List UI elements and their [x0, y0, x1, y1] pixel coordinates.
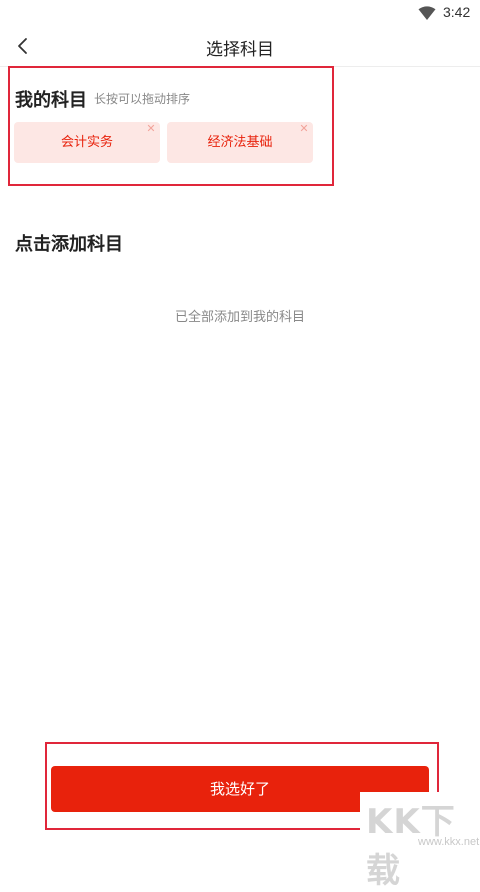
subject-chip-accounting[interactable]: 会计实务 ✕ — [14, 122, 160, 163]
status-time: 3:42 — [443, 4, 471, 20]
my-subjects-title: 我的科目 — [15, 90, 87, 111]
add-subjects-title: 点击添加科目 — [15, 234, 123, 255]
page-title: 选择科目 — [206, 40, 274, 60]
subject-chip-label: 会计实务 — [60, 135, 113, 150]
drag-sort-hint: 长按可以拖动排序 — [94, 92, 191, 106]
watermark: KK下载 www.kkx.net — [360, 792, 480, 891]
nav-bar: 选择科目 — [0, 26, 480, 67]
close-icon[interactable]: ✕ — [145, 123, 157, 135]
wifi-icon — [418, 6, 436, 20]
subject-chip-label: 经济法基础 — [207, 135, 273, 150]
watermark-url: www.kkx.net — [418, 836, 480, 848]
empty-state-text: 已全部添加到我的科目 — [174, 310, 305, 325]
status-bar: 3:42 — [0, 0, 480, 26]
close-icon[interactable]: ✕ — [298, 123, 310, 135]
subject-chip-economic-law[interactable]: 经济法基础 ✕ — [167, 122, 313, 163]
